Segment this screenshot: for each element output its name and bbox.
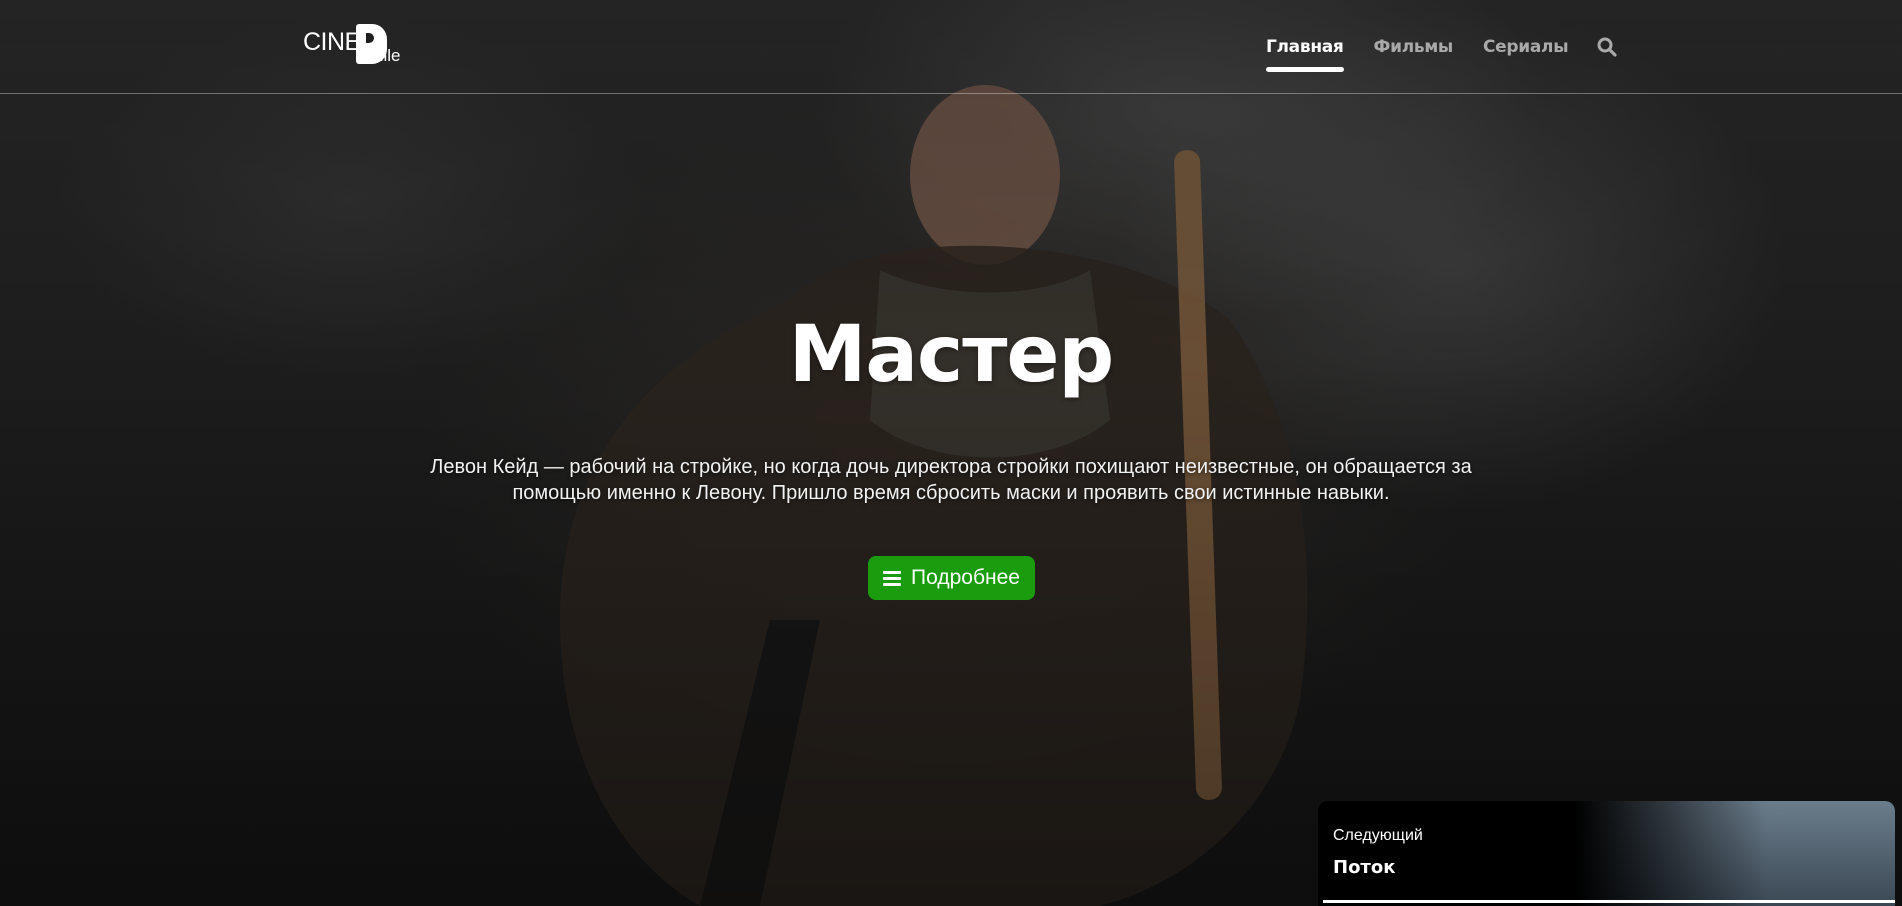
- logo-text-hile: hile: [374, 46, 401, 65]
- menu-icon: [883, 570, 902, 586]
- next-up-progress: [1323, 900, 1895, 903]
- search-icon[interactable]: [1596, 36, 1618, 58]
- hero-overlay: [0, 0, 1902, 906]
- hero-title: Мастер: [788, 310, 1114, 400]
- next-up-label: Следующий: [1333, 827, 1423, 844]
- hero-background: [0, 0, 1902, 906]
- site-header: CINE hile Главная Фильмы Сериалы: [0, 0, 1902, 94]
- nav-item-home[interactable]: Главная: [1266, 37, 1344, 72]
- more-details-button[interactable]: Подробнее: [868, 556, 1035, 600]
- site-logo[interactable]: CINE hile: [303, 24, 403, 68]
- logo-text-cine: CINE: [303, 28, 361, 56]
- nav-item-series[interactable]: Сериалы: [1483, 37, 1569, 57]
- next-up-card[interactable]: Следующий Поток: [1318, 801, 1895, 906]
- next-up-thumbnail: [1575, 801, 1895, 906]
- more-details-label: Подробнее: [911, 566, 1020, 589]
- main-nav: Главная Фильмы Сериалы: [1266, 36, 1618, 72]
- nav-item-movies[interactable]: Фильмы: [1374, 37, 1454, 57]
- hero-description: Левон Кейд — рабочий на стройке, но когд…: [430, 456, 1472, 504]
- next-up-title: Поток: [1333, 857, 1396, 878]
- next-up-progress-fill: [1323, 900, 1895, 903]
